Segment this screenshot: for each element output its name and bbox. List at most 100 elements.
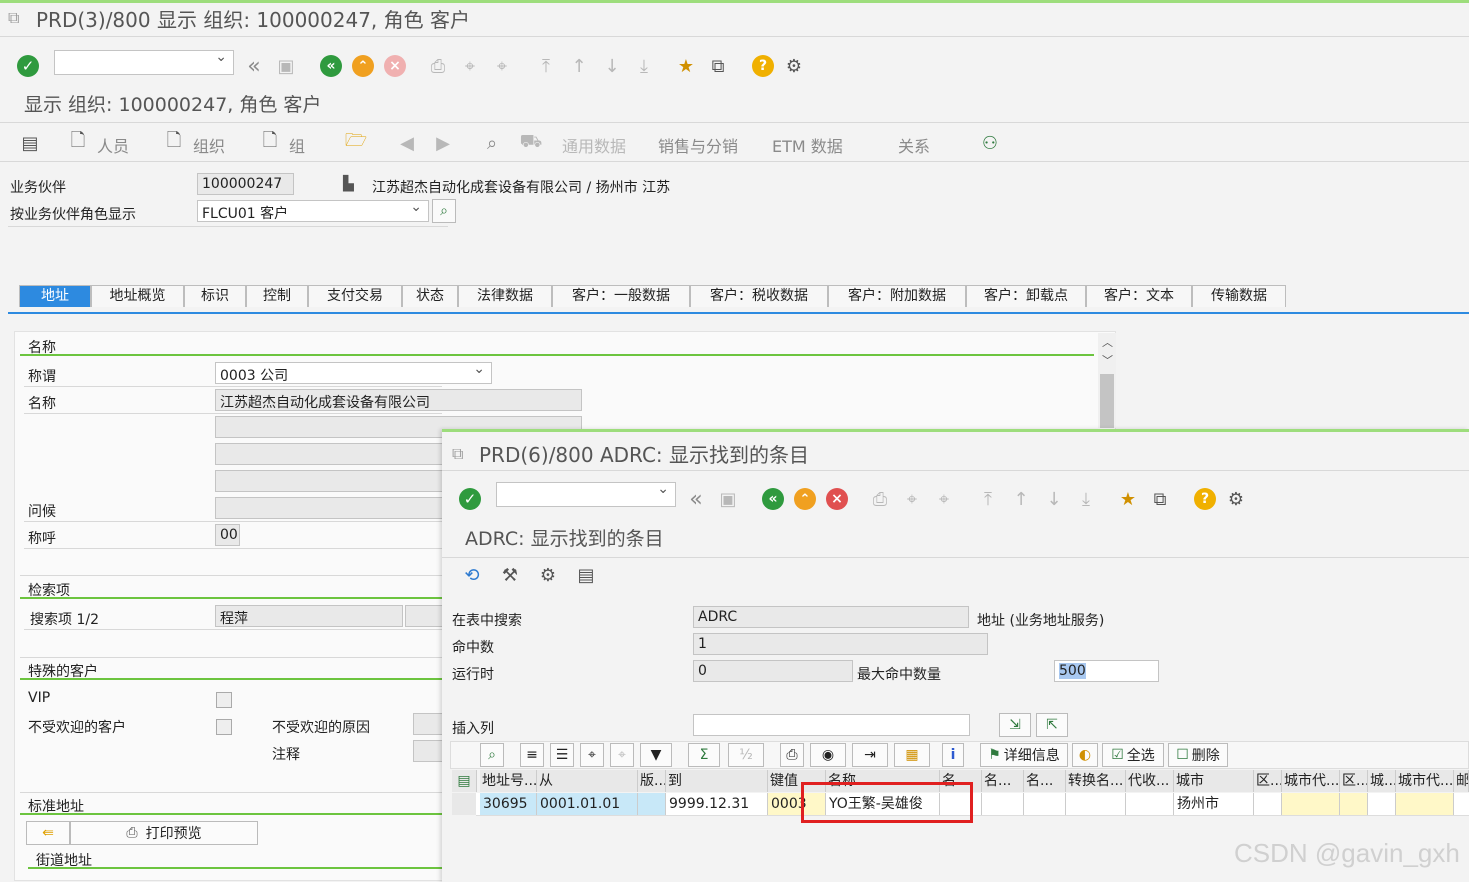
cell-converted-name[interactable] (1066, 793, 1126, 815)
cancel-icon[interactable]: × (383, 54, 407, 78)
last-page-icon[interactable]: ⤓ (632, 54, 656, 78)
partner-field[interactable]: 100000247 (197, 173, 294, 195)
grid-header-12[interactable]: 区... (1254, 770, 1282, 792)
popup-prev-page-icon[interactable]: ↑ (1009, 487, 1033, 511)
address-overview-button[interactable]: ⇚ (26, 821, 70, 845)
tab-0[interactable]: 地址 (19, 285, 91, 307)
role-search-button[interactable]: ⌕ (432, 199, 456, 223)
group-icon[interactable]: 🗋 (258, 130, 282, 155)
cell-co[interactable] (1126, 793, 1174, 815)
search-term-field[interactable]: 程萍 (215, 605, 403, 627)
insert-column-field[interactable] (693, 714, 970, 736)
cell-city-code-2[interactable] (1396, 793, 1454, 815)
unwanted-reason-field[interactable] (413, 713, 443, 735)
alv-notify-button[interactable]: ◐ (1072, 743, 1098, 767)
popup-check-icon[interactable]: ✓ (458, 487, 482, 511)
cell-version[interactable] (638, 793, 666, 815)
prev-page-icon[interactable]: ↑ (567, 54, 591, 78)
cell-valid-from[interactable]: 0001.01.01 (537, 793, 638, 815)
popup-back-icon[interactable]: « (761, 487, 785, 511)
popup-save-icon[interactable]: ▣ (716, 487, 740, 511)
popup-new-session-icon[interactable]: ★ (1116, 487, 1140, 511)
relationships-button[interactable]: 关系 (898, 133, 930, 157)
general-data-button[interactable]: 通用数据 (562, 133, 626, 157)
alv-find-next-button[interactable]: ⌖ (610, 743, 634, 767)
unwanted-checkbox[interactable] (216, 719, 232, 735)
alv-filter-button[interactable]: ▼ (640, 743, 672, 767)
tab-2[interactable]: 标识 (184, 285, 246, 307)
cell-name4[interactable] (1024, 793, 1066, 815)
grid-header-2[interactable]: 版... (638, 770, 666, 792)
list-icon[interactable]: ▤ (574, 563, 598, 587)
popup-help-icon[interactable]: ? (1193, 487, 1217, 511)
sales-distribution-button[interactable]: 销售与分销 (658, 133, 738, 157)
open-folder-icon[interactable]: 🗁 (344, 130, 368, 155)
details-button[interactable]: ⚑ 详细信息 (980, 743, 1068, 767)
alv-export-button[interactable]: ⇥ (852, 743, 888, 767)
tab-7[interactable]: 客户：一般数据 (552, 285, 690, 307)
choose-fields-icon[interactable]: ⚒ (498, 563, 522, 587)
alv-sum-button[interactable]: Σ (688, 743, 720, 767)
next-page-icon[interactable]: ↓ (600, 54, 624, 78)
tab-4[interactable]: 支付交易 (308, 285, 402, 307)
grid-header-13[interactable]: 城市代... (1282, 770, 1340, 792)
arrow-right-icon[interactable]: ▶ (431, 131, 455, 155)
cell-city[interactable]: 扬州市 (1174, 793, 1254, 815)
grid-header-1[interactable]: 从 (537, 770, 638, 792)
alv-info-button[interactable]: i (942, 743, 964, 767)
alv-views-button[interactable]: ◉ (810, 743, 846, 767)
cell-name3[interactable] (982, 793, 1024, 815)
grid-header-11[interactable]: 城市 (1174, 770, 1254, 792)
save-icon[interactable]: ▣ (274, 54, 298, 78)
search-doc-icon[interactable]: ⌕ (480, 131, 504, 155)
tab-9[interactable]: 客户：附加数据 (828, 285, 966, 307)
print-preview-button[interactable]: ⎙ 打印预览 (70, 821, 258, 845)
popup-last-page-icon[interactable]: ⤓ (1074, 487, 1098, 511)
vip-checkbox[interactable] (216, 692, 232, 708)
tab-5[interactable]: 状态 (402, 285, 458, 307)
settings-icon[interactable]: ⚙ (782, 54, 806, 78)
person-icon[interactable]: 🗋 (66, 130, 90, 155)
grid-header-15[interactable]: 城... (1368, 770, 1396, 792)
salutation-field[interactable]: 00 (215, 524, 240, 546)
group-button[interactable]: 组 (289, 133, 305, 157)
grid-header-10[interactable]: 代收... (1126, 770, 1174, 792)
grid-corner-icon[interactable]: ▤ (452, 770, 477, 792)
back-double-icon[interactable]: « (242, 54, 266, 79)
popup-command-field[interactable] (496, 482, 676, 507)
alv-detail-icon-button[interactable]: ⌕ (480, 743, 504, 767)
find-next-icon[interactable]: ⌖ (490, 54, 514, 78)
user-icon[interactable]: ⚇ (978, 131, 1002, 155)
tab-3[interactable]: 控制 (246, 285, 308, 307)
grid-row-selector[interactable] (452, 793, 477, 815)
tab-10[interactable]: 客户：卸载点 (966, 285, 1086, 307)
selection-criteria-icon[interactable]: ⚙ (536, 563, 560, 587)
tab-6[interactable]: 法律数据 (458, 285, 552, 307)
popup-first-page-icon[interactable]: ⤒ (976, 487, 1000, 511)
organization-button[interactable]: 组织 (193, 133, 225, 157)
grid-header-3[interactable]: 到 (666, 770, 768, 792)
cell-city-2[interactable] (1368, 793, 1396, 815)
find-icon[interactable]: ⌖ (458, 54, 482, 78)
grid-header-16[interactable]: 城市代... (1396, 770, 1454, 792)
command-field[interactable] (54, 50, 234, 75)
name-field-4[interactable] (215, 470, 445, 492)
popup-settings-icon[interactable]: ⚙ (1224, 487, 1248, 511)
grid-header-0[interactable]: 地址号... (480, 770, 537, 792)
popup-find-icon[interactable]: ⌖ (900, 487, 924, 511)
exit-icon[interactable]: ⌃ (351, 54, 375, 78)
alv-subtotal-button[interactable]: ½ (728, 743, 764, 767)
new-session-icon[interactable]: ★ (674, 54, 698, 78)
role-select[interactable]: FLCU01 客户 (197, 200, 429, 222)
popup-exit-icon[interactable]: ⌃ (793, 487, 817, 511)
remove-column-button[interactable]: ⇱ (1036, 713, 1068, 737)
select-all-button[interactable]: ☑ 全选 (1102, 743, 1164, 767)
scroll-down-icon[interactable]: ﹀ (1102, 352, 1113, 368)
scroll-thumb[interactable] (1100, 374, 1114, 428)
alv-print-button[interactable]: ⎙ (780, 743, 804, 767)
insert-column-button[interactable]: ⇲ (999, 713, 1031, 737)
cell-district[interactable] (1254, 793, 1282, 815)
tab-12[interactable]: 传输数据 (1192, 285, 1286, 307)
refresh-icon[interactable]: ⟲ (460, 563, 484, 587)
cell-address-number[interactable]: 30695 (480, 793, 537, 815)
